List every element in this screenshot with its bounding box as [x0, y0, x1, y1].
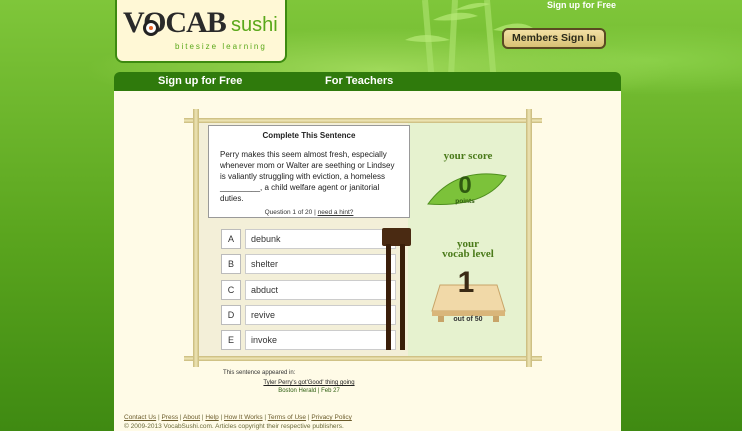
bamboo-right	[526, 109, 532, 367]
article-publication: Boston Herald | Feb 27	[278, 388, 340, 394]
sentence-source-label: This sentence appeared in:	[223, 370, 296, 376]
bamboo-bottom	[184, 356, 542, 361]
nav-teachers-link[interactable]: For Teachers	[325, 75, 393, 87]
question-title: Complete This Sentence	[262, 131, 356, 140]
answer-option-c[interactable]: C abduct	[221, 280, 396, 300]
answer-letter: A	[221, 229, 241, 249]
footer-links: Contact Us | Press | About | Help | How …	[124, 414, 352, 421]
footer-link-how-it-works[interactable]: How It Works	[224, 414, 263, 421]
answer-letter: E	[221, 330, 241, 350]
question-text: Perry makes this seem almost fresh, espe…	[220, 150, 395, 203]
members-signin-button[interactable]: Members Sign In	[502, 28, 606, 49]
footer-link-about[interactable]: About	[183, 414, 200, 421]
logo-tagline: bitesize learning	[175, 42, 267, 51]
answer-word: shelter	[245, 254, 396, 274]
bamboo-top	[184, 118, 542, 123]
question-progress: Question 1 of 20	[264, 209, 313, 216]
answer-word: debunk	[245, 229, 396, 249]
question-separator: |	[314, 209, 316, 216]
footer-link-help[interactable]: Help	[205, 414, 218, 421]
footer-link-terms[interactable]: Terms of Use	[268, 414, 306, 421]
answer-letter: D	[221, 305, 241, 325]
answer-letter: B	[221, 254, 241, 274]
top-signup-link[interactable]: Sign up for Free	[547, 0, 616, 10]
chopsticks-icon	[382, 228, 411, 350]
score-unit: points	[455, 198, 475, 205]
answer-option-e[interactable]: E invoke	[221, 330, 396, 350]
copyright: © 2009-2013 VocabSushi.com. Articles cop…	[124, 423, 344, 430]
answer-word: revive	[245, 305, 396, 325]
nav-signup-link[interactable]: Sign up for Free	[158, 75, 242, 87]
answer-option-b[interactable]: B shelter	[221, 254, 396, 274]
answer-word: invoke	[245, 330, 396, 350]
level-title-line2: vocab level	[442, 248, 494, 260]
score-title: your score	[443, 150, 493, 162]
logo-sushi-text: sushi	[231, 14, 278, 36]
answer-letter: C	[221, 280, 241, 300]
score-value: 0	[458, 172, 472, 199]
article-link[interactable]: Tyler Perry's got'Good' thing going	[263, 380, 354, 386]
main-nav: Sign up for Free For Teachers	[114, 72, 621, 91]
answer-option-a[interactable]: A debunk	[221, 229, 396, 249]
footer-link-contact[interactable]: Contact Us	[124, 414, 156, 421]
site-logo[interactable]: VOCAB sushi bitesize learning	[115, 0, 287, 63]
level-out-of: out of 50	[453, 316, 483, 323]
footer-link-press[interactable]: Press	[161, 414, 178, 421]
footer-link-privacy[interactable]: Privacy Policy	[311, 414, 351, 421]
sushi-roll-icon	[143, 20, 159, 36]
article-info: Tyler Perry's got'Good' thing going Bost…	[262, 379, 356, 395]
level-title: your vocab level	[430, 239, 506, 260]
hint-link[interactable]: need a hint?	[318, 209, 354, 216]
question-footer: Question 1 of 20 | need a hint?	[209, 209, 409, 216]
level-value: 1	[457, 266, 475, 299]
question-card: Complete This Sentence Perry makes this …	[208, 125, 410, 218]
bamboo-left	[193, 109, 199, 367]
logo-vocab-text: VOCAB	[123, 6, 227, 39]
answer-word: abduct	[245, 280, 396, 300]
answer-option-d[interactable]: D revive	[221, 305, 396, 325]
